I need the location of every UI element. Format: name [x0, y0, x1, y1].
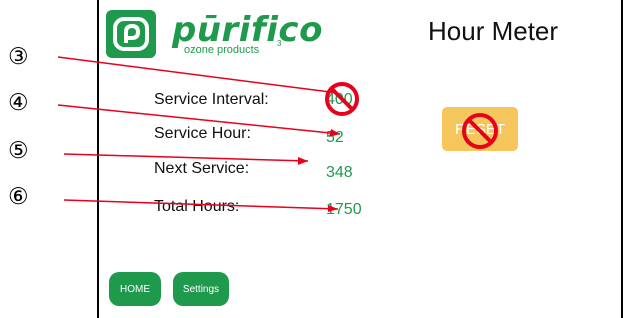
annotation-line-4: [57, 104, 341, 135]
annotation-lines: [57, 56, 341, 212]
annotation-line-5: [63, 153, 309, 162]
annotation-line-3: [57, 56, 339, 94]
prohibited-icon: [462, 113, 498, 149]
prohibited-icon: [325, 82, 359, 116]
annotation-line-6: [63, 199, 339, 210]
